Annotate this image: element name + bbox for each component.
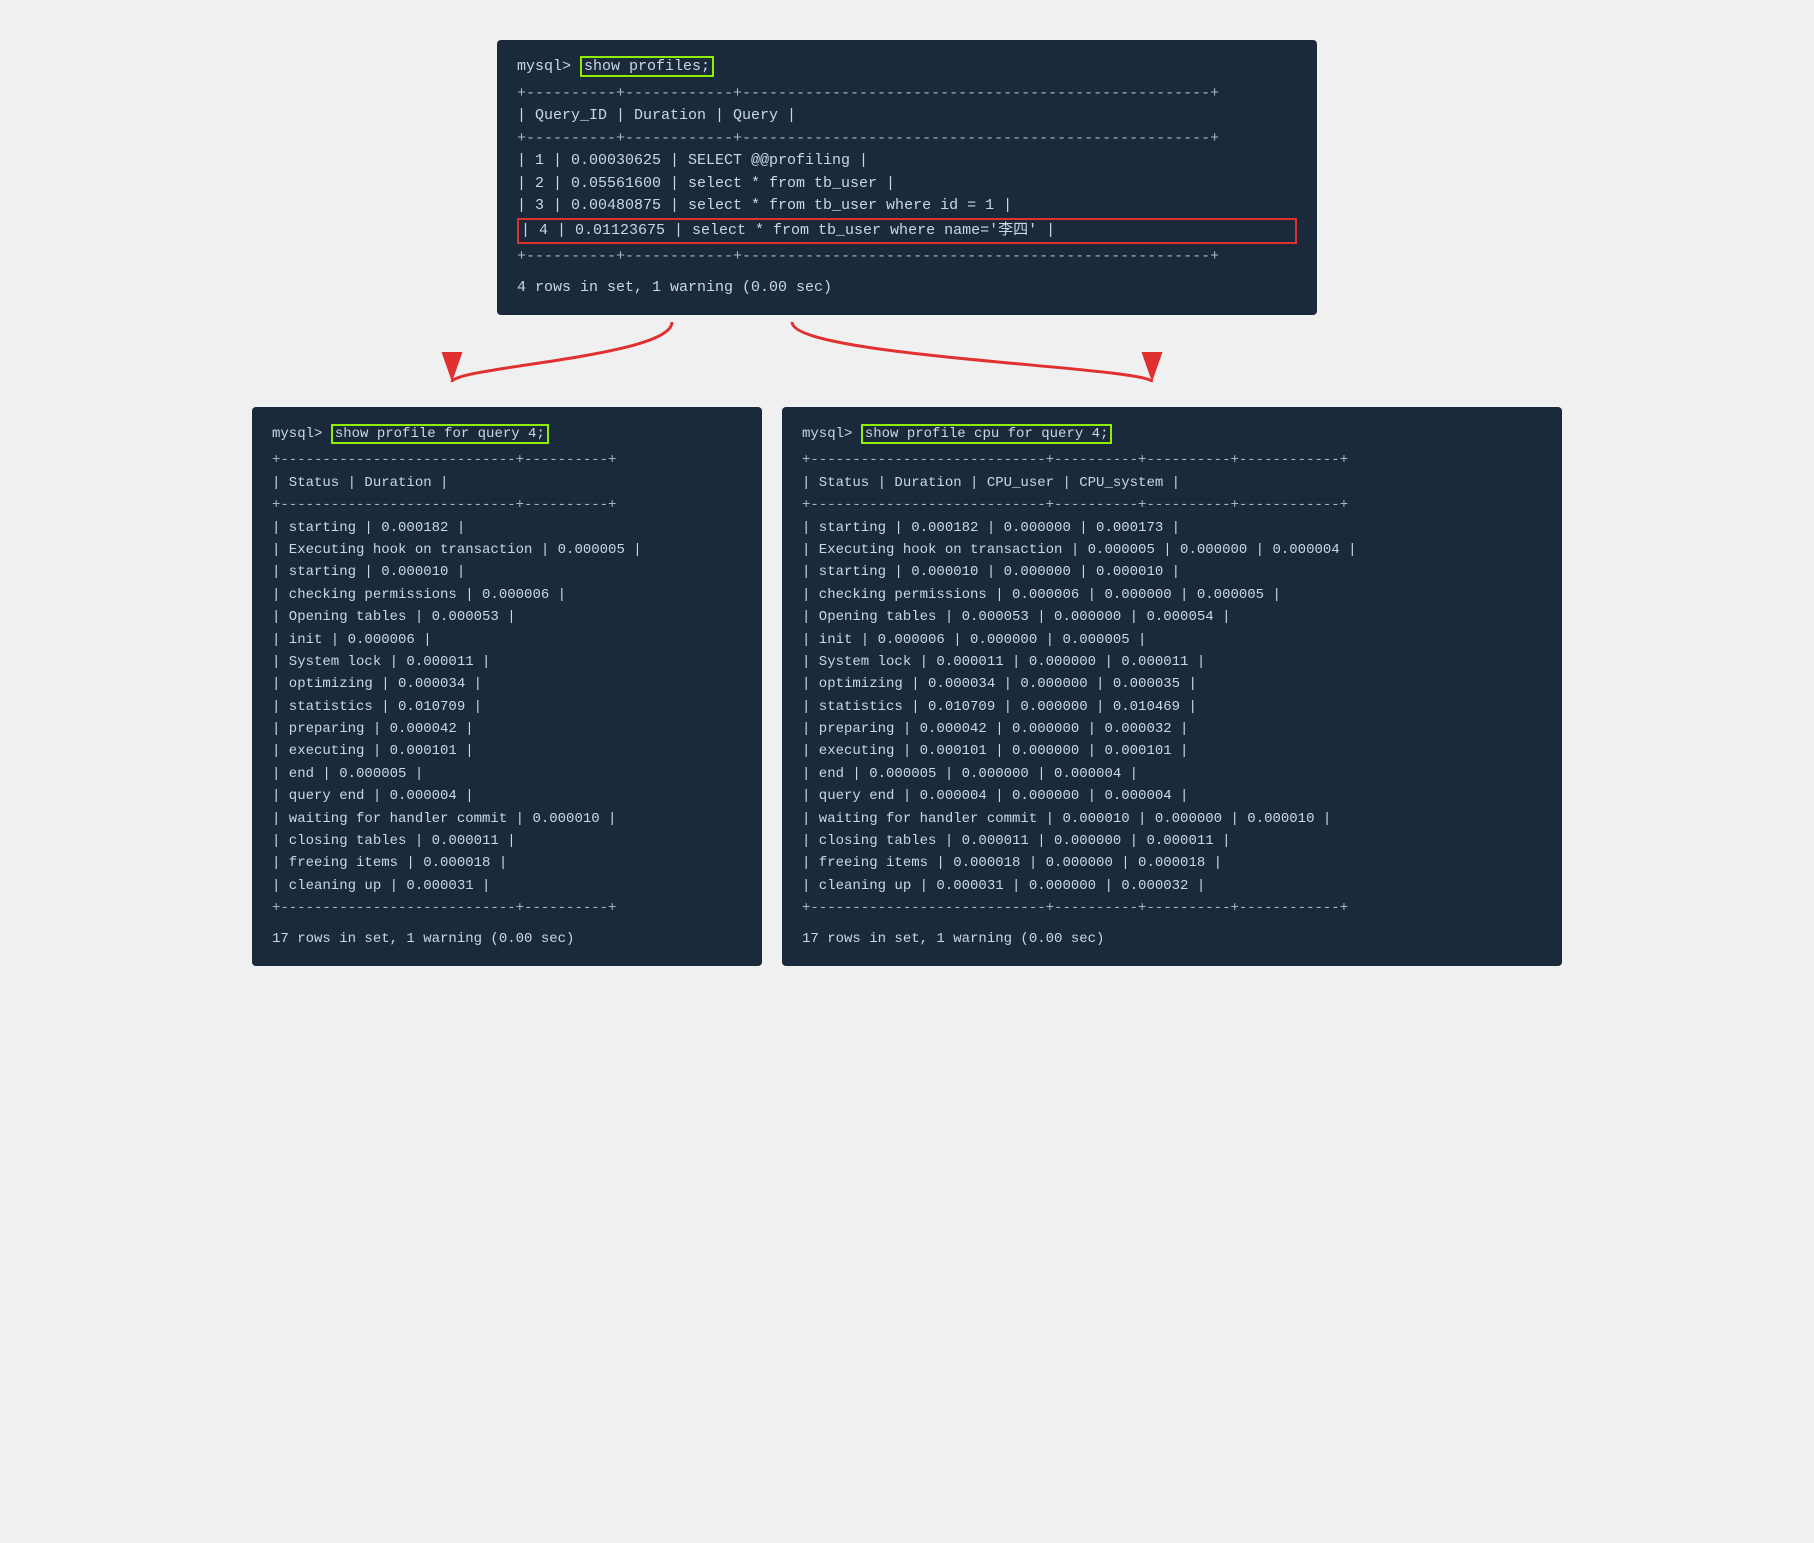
list-item: | statistics | 0.010709 | 0.000000 | 0.0… (802, 696, 1542, 718)
list-item: | Opening tables | 0.000053 | 0.000000 |… (802, 606, 1542, 628)
top-prompt-line: mysql> show profiles; (517, 56, 1297, 79)
top-prompt: mysql> (517, 58, 571, 75)
list-item: | cleaning up | 0.000031 | (272, 875, 742, 897)
list-item: | starting | 0.000182 | 0.000000 | 0.000… (802, 517, 1542, 539)
top-header: | Query_ID | Duration | Query | (517, 105, 1297, 128)
right-sep2: +----------------------------+----------… (802, 494, 1542, 516)
list-item: | closing tables | 0.000011 | 0.000000 |… (802, 830, 1542, 852)
left-header: | Status | Duration | (272, 472, 742, 494)
list-item: | System lock | 0.000011 | 0.000000 | 0.… (802, 651, 1542, 673)
top-sep3: +----------+------------+---------------… (517, 246, 1297, 269)
list-item: | Executing hook on transaction | 0.0000… (802, 539, 1542, 561)
right-prompt-line: mysql> show profile cpu for query 4; (802, 423, 1542, 445)
right-header: | Status | Duration | CPU_user | CPU_sys… (802, 472, 1542, 494)
right-footer: 17 rows in set, 1 warning (0.00 sec) (802, 928, 1542, 950)
left-prompt-line: mysql> show profile for query 4; (272, 423, 742, 445)
left-sep1: +----------------------------+----------… (272, 449, 742, 471)
right-prompt: mysql> (802, 426, 852, 442)
list-item: | statistics | 0.010709 | (272, 696, 742, 718)
arrows-svg (252, 317, 1562, 387)
list-item: | waiting for handler commit | 0.000010 … (802, 808, 1542, 830)
list-item: | init | 0.000006 | 0.000000 | 0.000005 … (802, 629, 1542, 651)
arrows-area (252, 317, 1562, 387)
list-item: | freeing items | 0.000018 | (272, 852, 742, 874)
left-terminal: mysql> show profile for query 4; +------… (252, 407, 762, 966)
list-item: | Opening tables | 0.000053 | (272, 606, 742, 628)
list-item: | end | 0.000005 | 0.000000 | 0.000004 | (802, 763, 1542, 785)
page-wrapper: mysql> show profiles; +----------+------… (20, 20, 1794, 986)
left-command: show profile for query 4; (331, 424, 549, 444)
top-rows: | 1 | 0.00030625 | SELECT @@profiling ||… (517, 150, 1297, 244)
left-sep3: +----------------------------+----------… (272, 897, 742, 919)
top-command: show profiles; (580, 56, 714, 77)
list-item: | System lock | 0.000011 | (272, 651, 742, 673)
list-item: | checking permissions | 0.000006 | 0.00… (802, 584, 1542, 606)
list-item: | freeing items | 0.000018 | 0.000000 | … (802, 852, 1542, 874)
right-command: show profile cpu for query 4; (861, 424, 1113, 444)
top-terminal: mysql> show profiles; +----------+------… (497, 40, 1317, 315)
left-prompt: mysql> (272, 426, 322, 442)
list-item: | waiting for handler commit | 0.000010 … (272, 808, 742, 830)
left-rows: | starting | 0.000182 || Executing hook … (272, 517, 742, 898)
right-sep1: +----------------------------+----------… (802, 449, 1542, 471)
list-item: | cleaning up | 0.000031 | 0.000000 | 0.… (802, 875, 1542, 897)
list-item: | query end | 0.000004 | (272, 785, 742, 807)
table-row: | 2 | 0.05561600 | select * from tb_user… (517, 173, 1297, 196)
list-item: | starting | 0.000010 | 0.000000 | 0.000… (802, 561, 1542, 583)
right-sep3: +----------------------------+----------… (802, 897, 1542, 919)
list-item: | preparing | 0.000042 | 0.000000 | 0.00… (802, 718, 1542, 740)
table-row: | 3 | 0.00480875 | select * from tb_user… (517, 195, 1297, 218)
top-sep2: +----------+------------+---------------… (517, 128, 1297, 151)
list-item: | query end | 0.000004 | 0.000000 | 0.00… (802, 785, 1542, 807)
list-item: | checking permissions | 0.000006 | (272, 584, 742, 606)
list-item: | starting | 0.000182 | (272, 517, 742, 539)
list-item: | preparing | 0.000042 | (272, 718, 742, 740)
list-item: | closing tables | 0.000011 | (272, 830, 742, 852)
list-item: | executing | 0.000101 | (272, 740, 742, 762)
top-sep1: +----------+------------+---------------… (517, 83, 1297, 106)
list-item: | optimizing | 0.000034 | (272, 673, 742, 695)
left-footer: 17 rows in set, 1 warning (0.00 sec) (272, 928, 742, 950)
table-row: | 4 | 0.01123675 | select * from tb_user… (517, 218, 1297, 245)
right-terminal: mysql> show profile cpu for query 4; +--… (782, 407, 1562, 966)
list-item: | Executing hook on transaction | 0.0000… (272, 539, 742, 561)
list-item: | end | 0.000005 | (272, 763, 742, 785)
list-item: | executing | 0.000101 | 0.000000 | 0.00… (802, 740, 1542, 762)
list-item: | init | 0.000006 | (272, 629, 742, 651)
list-item: | starting | 0.000010 | (272, 561, 742, 583)
left-sep2: +----------------------------+----------… (272, 494, 742, 516)
list-item: | optimizing | 0.000034 | 0.000000 | 0.0… (802, 673, 1542, 695)
table-row: | 1 | 0.00030625 | SELECT @@profiling | (517, 150, 1297, 173)
bottom-panels: mysql> show profile for query 4; +------… (252, 407, 1562, 966)
top-footer: 4 rows in set, 1 warning (0.00 sec) (517, 277, 1297, 300)
right-rows: | starting | 0.000182 | 0.000000 | 0.000… (802, 517, 1542, 898)
